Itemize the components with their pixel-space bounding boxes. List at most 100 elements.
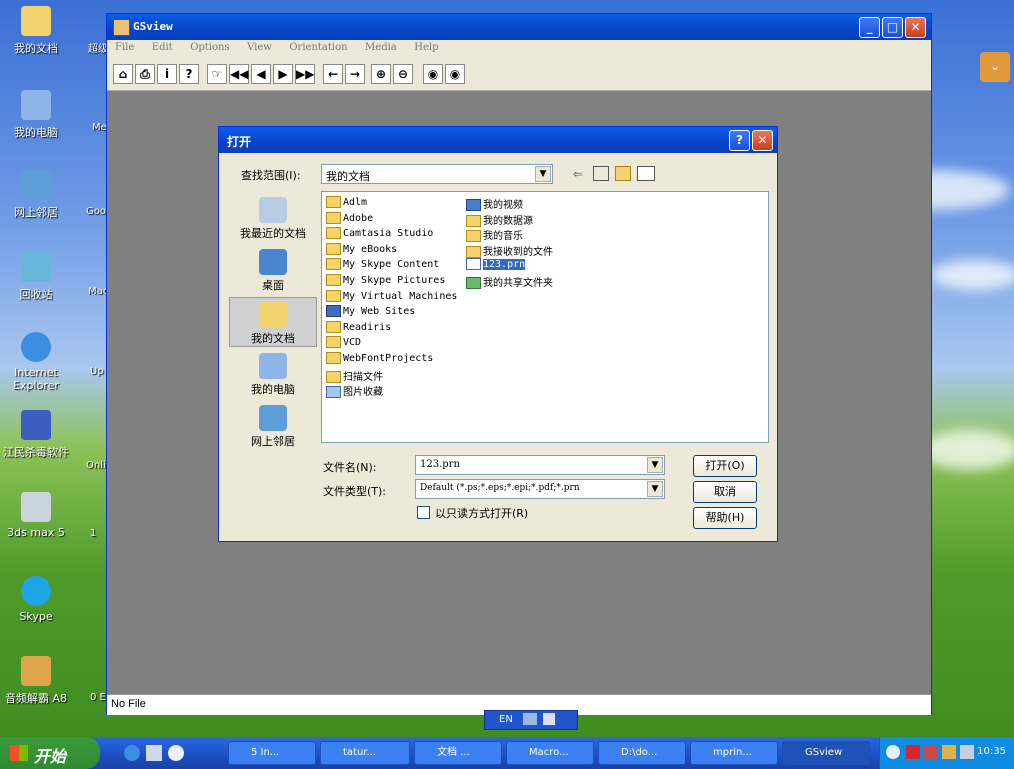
list-item[interactable]: Adlm — [326, 196, 457, 212]
cancel-button[interactable]: 取消 — [693, 481, 757, 503]
new-folder-icon[interactable] — [615, 166, 631, 181]
list-item[interactable]: WebFontProjects — [326, 351, 457, 368]
minimize-button[interactable]: _ — [859, 17, 880, 38]
desktop-icon-recycle-bin[interactable]: 回收站 — [0, 252, 72, 302]
dialog-help-button[interactable]: ? — [729, 130, 750, 151]
start-button[interactable]: 开始 — [0, 737, 100, 769]
place-desktop[interactable]: 桌面 — [229, 245, 317, 295]
taskbar-button[interactable]: tatur... — [320, 741, 410, 765]
open-button[interactable]: 打开(O) — [693, 455, 757, 477]
volume-icon[interactable] — [960, 745, 974, 759]
look-in-dropdown[interactable]: 我的文档 ▼ — [321, 164, 553, 184]
find-text-icon[interactable]: ◉ — [423, 64, 443, 84]
next-page-icon[interactable]: ▶ — [273, 64, 293, 84]
desktop-icon-antivirus[interactable]: 江民杀毒软件 — [0, 410, 72, 460]
menu-orientation[interactable]: Orientation — [289, 42, 347, 53]
desktop-icon-network[interactable]: 网上邻居 — [0, 170, 72, 220]
place-my-computer[interactable]: 我的电脑 — [229, 349, 317, 399]
desktop-icon-audio-player[interactable]: 音频解霸 A8 — [0, 656, 72, 706]
taskbar-button[interactable]: Macro... — [506, 741, 594, 765]
list-item[interactable]: My Skype Pictures — [326, 273, 457, 290]
list-item[interactable]: 我的视频 — [466, 196, 553, 212]
menu-view[interactable]: View — [247, 42, 272, 53]
taskbar-button[interactable]: mprin... — [690, 741, 778, 765]
up-folder-icon[interactable] — [593, 166, 609, 181]
chevron-left-icon[interactable] — [886, 745, 900, 759]
desktop-icon-my-documents[interactable]: 我的文档 — [0, 6, 72, 56]
readonly-checkbox[interactable] — [417, 506, 430, 519]
dialog-close-button[interactable]: ✕ — [752, 130, 773, 151]
list-item[interactable]: 扫描文件 — [326, 368, 457, 384]
prev-page-icon[interactable]: ◀ — [251, 64, 271, 84]
recent-documents-icon — [259, 197, 287, 223]
list-item[interactable]: My eBooks — [326, 242, 457, 259]
help-button[interactable]: 帮助(H) — [693, 507, 757, 529]
close-button[interactable]: ✕ — [905, 17, 926, 38]
file-list[interactable]: Adlm Adobe Camtasia Studio My eBooks My … — [321, 191, 769, 443]
network-tray-icon[interactable] — [942, 745, 956, 759]
filename-field[interactable]: 123.prn ▼ — [415, 455, 665, 475]
list-item[interactable]: 我的数据源 — [466, 212, 553, 228]
desktop-icon-3dsmax[interactable]: 3ds max 5 — [0, 492, 72, 539]
desktop-icon-skype[interactable]: Skype — [0, 576, 72, 623]
list-item[interactable]: 我的音乐 — [466, 227, 553, 243]
desktop-icon-label: 我的文档 — [14, 42, 58, 55]
list-item[interactable]: Adobe — [326, 211, 457, 228]
last-page-icon[interactable]: ▶▶ — [295, 64, 315, 84]
maximize-button[interactable]: □ — [882, 17, 903, 38]
info-icon[interactable]: i — [157, 64, 177, 84]
menu-options[interactable]: Options — [190, 42, 229, 53]
file-name: 我的视频 — [483, 200, 523, 211]
list-item[interactable]: 我的共享文件夹 — [466, 274, 553, 290]
desktop-icon-ie[interactable]: Internet Explorer — [0, 332, 72, 392]
taskbar-button[interactable]: D:\do... — [598, 741, 686, 765]
list-item[interactable]: My Virtual Machines — [326, 289, 457, 306]
zoom-in-icon[interactable]: ⊕ — [371, 64, 391, 84]
zoom-out-icon[interactable]: ⊖ — [393, 64, 413, 84]
menu-media[interactable]: Media — [365, 42, 397, 53]
dialog-titlebar[interactable]: 打开 ? ✕ — [219, 127, 777, 153]
list-item[interactable]: 图片收藏 — [326, 383, 457, 399]
computer-icon — [21, 90, 51, 120]
chevron-down-icon[interactable]: ▼ — [647, 457, 663, 473]
list-item[interactable]: 我接收到的文件 — [466, 243, 553, 259]
language-bar[interactable]: EN — [484, 710, 578, 730]
antivirus-tray-icon[interactable] — [906, 745, 920, 759]
back-arrow-icon[interactable]: ← — [323, 64, 343, 84]
list-item-selected[interactable]: 123.prn — [466, 258, 553, 274]
list-item[interactable]: Readiris — [326, 320, 457, 337]
help-icon[interactable]: ? — [179, 64, 199, 84]
taskbar-button-active[interactable]: GSview — [782, 741, 870, 765]
media-player-icon[interactable] — [168, 745, 184, 761]
gsview-titlebar[interactable]: GSview _ □ ✕ — [107, 14, 931, 40]
chevron-down-icon[interactable]: ▼ — [535, 166, 551, 182]
list-item[interactable]: My Web Sites — [326, 305, 457, 321]
find-next-icon[interactable]: ◉ — [445, 64, 465, 84]
menu-file[interactable]: File — [115, 42, 134, 53]
taskbar-button[interactable]: 5 In... — [228, 741, 316, 765]
desktop-icon-my-computer[interactable]: 我的电脑 — [0, 90, 72, 140]
folder-icon — [326, 351, 341, 364]
view-menu-icon[interactable] — [637, 166, 655, 181]
print-icon[interactable]: ⎙ — [135, 64, 155, 84]
internet-explorer-icon[interactable] — [124, 745, 140, 761]
first-page-icon[interactable]: ◀◀ — [229, 64, 249, 84]
place-network[interactable]: 网上邻居 — [229, 401, 317, 451]
place-my-documents[interactable]: 我的文档 — [229, 297, 317, 347]
filetype-dropdown[interactable]: Default (*.ps;*.eps;*.epi;*.pdf;*.prn ▼ — [415, 479, 665, 499]
tray-app-icon[interactable] — [924, 745, 938, 759]
place-recent[interactable]: 我最近的文档 — [229, 193, 317, 243]
forward-arrow-icon[interactable]: → — [345, 64, 365, 84]
list-item[interactable]: My Skype Content — [326, 258, 457, 274]
chevron-down-icon[interactable]: ⌄ — [980, 52, 1010, 82]
taskbar-button[interactable]: 文档 ... — [414, 741, 502, 765]
chevron-down-icon[interactable]: ▼ — [647, 481, 663, 497]
list-item[interactable]: VCD — [326, 336, 457, 352]
open-file-icon[interactable]: ⌂ — [113, 64, 133, 84]
back-arrow-icon[interactable]: ⇐ — [573, 167, 583, 181]
show-desktop-icon[interactable] — [146, 745, 162, 761]
goto-page-icon[interactable]: ☞ — [207, 64, 227, 84]
menu-help[interactable]: Help — [414, 42, 438, 53]
menu-edit[interactable]: Edit — [152, 42, 173, 53]
list-item[interactable]: Camtasia Studio — [326, 227, 457, 243]
